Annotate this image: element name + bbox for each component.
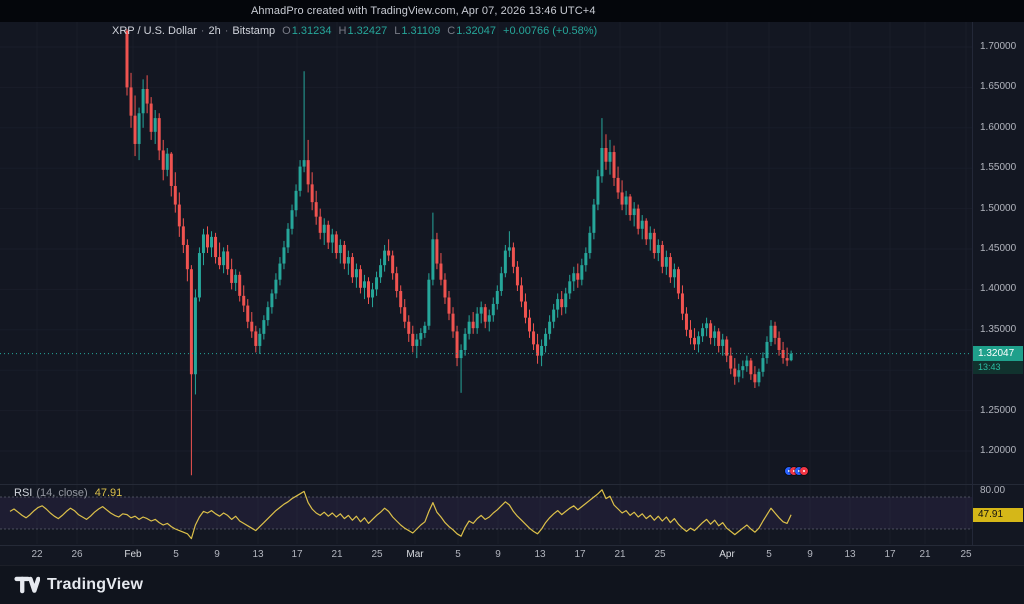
time-tick-label: Apr — [719, 549, 735, 560]
price-tick-label: 1.50000 — [980, 202, 1017, 214]
price-tick-label: 1.65000 — [980, 81, 1017, 93]
price-tick-label: 1.60000 — [980, 121, 1017, 133]
price-tick-label: 1.20000 — [980, 445, 1017, 456]
time-tick-label: 25 — [371, 549, 383, 560]
time-tick-label: 5 — [455, 549, 461, 560]
low-label: L — [394, 25, 401, 37]
time-tick-label: 13 — [534, 549, 546, 560]
rsi-title: RSI — [14, 487, 33, 499]
time-tick-label: 26 — [71, 549, 83, 560]
time-tick-label: 21 — [331, 549, 343, 560]
time-tick-label: 17 — [574, 549, 586, 560]
price-axis[interactable]: 1.70000 1.65000 1.60000 1.55000 1.50000 1.450… — [972, 22, 1024, 545]
price-tick-label: 1.45000 — [980, 243, 1017, 254]
tradingview-logo-text: TradingView — [47, 576, 144, 593]
time-tick-label: Mar — [406, 549, 424, 560]
time-tick-label: 25 — [654, 549, 666, 560]
price-tick-label: 1.35000 — [980, 323, 1017, 335]
open-value: 1.31234 — [291, 25, 332, 37]
price-tick-label: 1.70000 — [980, 41, 1017, 52]
interval-label: 2h — [208, 25, 221, 37]
time-tick-label: 5 — [766, 549, 772, 560]
bar-countdown: 13:43 — [973, 360, 1023, 374]
close-value: 1.32047 — [456, 25, 497, 37]
change-value: +0.00766 (+0.58%) — [503, 25, 598, 37]
price-chart-canvas[interactable] — [0, 0, 1024, 604]
time-tick-label: 17 — [884, 549, 896, 560]
rsi-current-value: 47.91 — [94, 487, 123, 499]
close-label: C — [447, 25, 456, 37]
low-value: 1.31109 — [401, 25, 441, 37]
time-tick-label: 13 — [252, 549, 264, 560]
symbol-legend[interactable]: XRP / U.S. Dollar · 2h · Bitstamp O1.31234 H1.… — [112, 25, 597, 37]
rsi-params: (14, close) — [36, 487, 88, 499]
tradingview-snapshot: AhmadPro created with TradingView.com, A… — [0, 0, 1024, 604]
time-tick-label: 9 — [214, 549, 220, 560]
time-tick-label: 5 — [173, 549, 179, 560]
time-tick-label: 21 — [919, 549, 931, 560]
rsi-upper-tick-label: 80.00 — [980, 485, 1006, 496]
time-tick-label: 21 — [614, 549, 626, 560]
price-tick-label: 1.40000 — [980, 283, 1017, 295]
time-tick-label: 25 — [960, 549, 972, 560]
footer-bar: TradingView — [0, 565, 1024, 604]
time-tick-label: 22 — [31, 549, 43, 560]
last-price-badge: 1.32047 13:43 — [973, 345, 1023, 374]
symbol-title: XRP / U.S. Dollar — [112, 25, 197, 37]
tradingview-logo-icon — [14, 576, 40, 594]
time-tick-label: 9 — [807, 549, 813, 560]
legend-separator: · — [200, 25, 205, 37]
time-tick-label: 9 — [495, 549, 501, 560]
time-tick-label: Feb — [124, 549, 142, 560]
tradingview-logo[interactable]: TradingView — [14, 574, 143, 596]
rsi-value-badge: 47.91 — [973, 507, 1023, 522]
time-tick-label: 17 — [291, 549, 303, 560]
sticker-emoji[interactable] — [800, 467, 808, 475]
legend-separator: · — [224, 25, 229, 37]
open-label: O — [282, 25, 291, 37]
last-price-value: 1.32047 — [973, 345, 1023, 361]
pane-separator[interactable] — [0, 484, 1024, 485]
exchange-label: Bitstamp — [232, 25, 276, 37]
rsi-legend[interactable]: RSI (14, close) 47.91 — [14, 487, 122, 499]
high-label: H — [338, 25, 347, 37]
sticker-emojis[interactable] — [785, 467, 808, 475]
price-tick-label: 1.55000 — [980, 162, 1017, 174]
high-value: 1.32427 — [347, 25, 388, 37]
time-axis[interactable]: 22 26 Feb 5 9 13 17 21 25 Mar 5 9 13 17 21 25 Apr 5 9 13 17 2… — [0, 545, 972, 565]
price-tick-label: 1.25000 — [980, 404, 1017, 416]
time-tick-label: 13 — [844, 549, 856, 560]
